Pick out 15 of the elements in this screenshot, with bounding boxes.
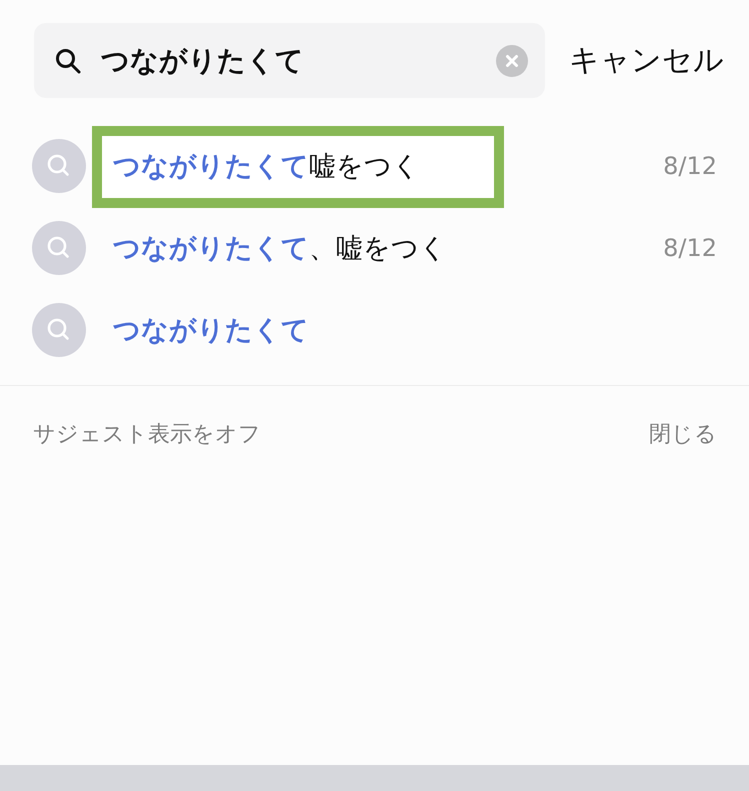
- close-button[interactable]: 閉じる: [649, 421, 717, 449]
- suggest-off-button[interactable]: サジェスト表示をオフ: [33, 421, 261, 449]
- date-label: 8/12: [663, 152, 717, 180]
- search-field[interactable]: つながりたくて: [34, 23, 545, 98]
- cancel-button[interactable]: キャンセル: [569, 40, 724, 81]
- clear-icon[interactable]: [496, 44, 528, 76]
- search-icon: [32, 139, 86, 193]
- search-icon: [32, 303, 86, 357]
- date-label: 8/12: [663, 234, 717, 262]
- suggestion-text[interactable]: つながりたくて: [113, 312, 309, 348]
- search-icon: [55, 48, 81, 74]
- suggestion-text[interactable]: つながりたくて嘘をつく: [113, 148, 420, 184]
- query-text[interactable]: つながりたくて: [101, 42, 304, 80]
- suggestion-text[interactable]: つながりたくて、嘘をつく: [113, 230, 447, 266]
- search-icon: [32, 221, 86, 275]
